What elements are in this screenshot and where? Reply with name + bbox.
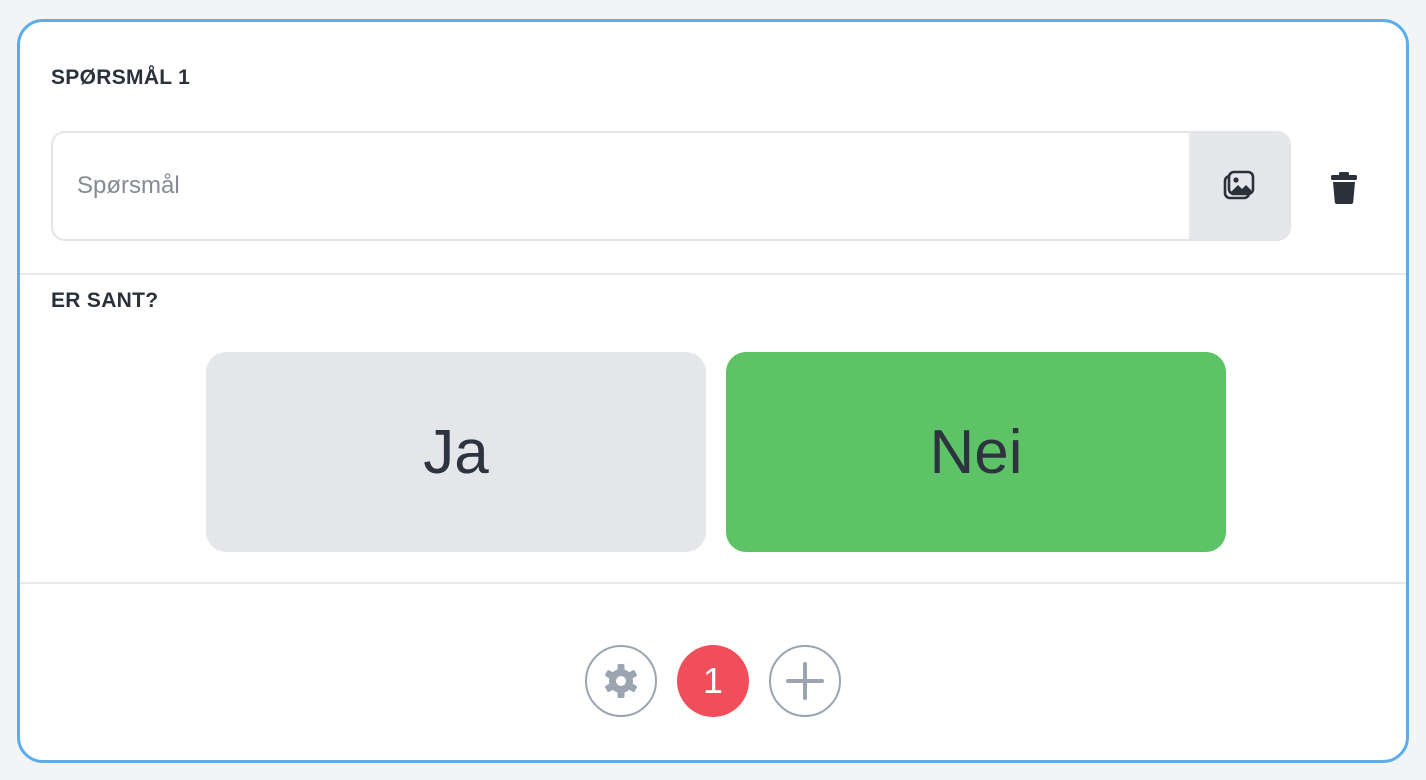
question-input-group <box>51 131 1291 241</box>
truth-heading: ER SANT? <box>51 289 159 312</box>
trash-icon <box>1331 172 1357 204</box>
question-number-button[interactable]: 1 <box>677 645 749 717</box>
image-icon <box>1223 170 1255 200</box>
footer-divider <box>20 582 1406 584</box>
answer-yes-button[interactable]: Ja <box>206 352 706 552</box>
plus-icon <box>786 662 824 700</box>
answer-no-button[interactable]: Nei <box>726 352 1226 552</box>
gear-icon <box>605 664 637 698</box>
question-input[interactable] <box>53 133 1189 239</box>
question-heading: SPØRSMÅL 1 <box>51 66 191 89</box>
add-image-button[interactable] <box>1189 133 1289 239</box>
settings-button[interactable] <box>585 645 657 717</box>
question-card: SPØRSMÅL 1 ER SANT? Ja Nei <box>17 19 1409 763</box>
section-divider <box>20 273 1406 275</box>
question-navigation: 1 <box>20 645 1406 717</box>
delete-question-button[interactable] <box>1326 168 1362 208</box>
add-question-button[interactable] <box>769 645 841 717</box>
